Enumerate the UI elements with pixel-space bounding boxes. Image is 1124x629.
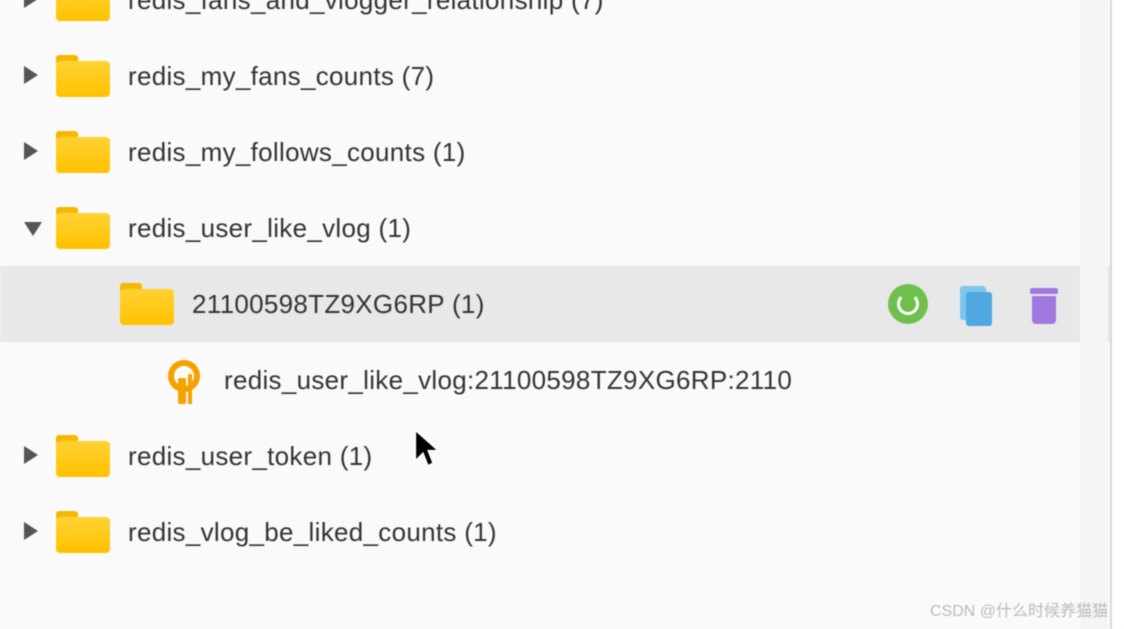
disclosure-expanded-icon[interactable] [24, 218, 44, 238]
tree-item-key[interactable]: redis_user_like_vlog:21100598TZ9XG6RP:21… [0, 342, 1124, 418]
folder-icon [56, 435, 110, 477]
tree-item-label: redis_fans_and_vlogger_relationship (7) [128, 0, 604, 16]
scrollbar-track[interactable] [1080, 0, 1108, 629]
watermark: CSDN @什么时候养猫猫 [930, 597, 1108, 621]
folder-icon [56, 131, 110, 173]
copy-button[interactable] [956, 284, 996, 324]
tree-item-label: redis_my_follows_counts (1) [128, 137, 466, 168]
disclosure-collapsed-icon[interactable] [24, 522, 44, 542]
tree-item[interactable]: redis_my_follows_counts (1) [0, 114, 1124, 190]
tree-container: redis_fans_and_vlogger_relationship (7) … [0, 0, 1124, 629]
tree-item-label: redis_user_like_vlog:21100598TZ9XG6RP:21… [224, 365, 792, 396]
tree-item-label: redis_vlog_be_liked_counts (1) [128, 517, 497, 548]
tree-item[interactable]: redis_my_fans_counts (7) [0, 38, 1124, 114]
key-icon [160, 358, 204, 402]
folder-icon [56, 511, 110, 553]
folder-icon [56, 0, 110, 21]
disclosure-collapsed-icon[interactable] [24, 142, 44, 162]
refresh-button[interactable] [888, 284, 928, 324]
panel-border [1110, 0, 1124, 629]
tree-item[interactable]: redis_fans_and_vlogger_relationship (7) [0, 0, 1124, 38]
disclosure-collapsed-icon[interactable] [24, 446, 44, 466]
tree-item[interactable]: redis_vlog_be_liked_counts (1) [0, 494, 1124, 570]
tree-item[interactable]: redis_user_token (1) [0, 418, 1124, 494]
folder-icon [56, 55, 110, 97]
tree-item-selected[interactable]: 21100598TZ9XG6RP (1) [0, 266, 1124, 342]
disclosure-collapsed-icon[interactable] [24, 66, 44, 86]
item-actions [888, 284, 1064, 324]
tree-item[interactable]: redis_user_like_vlog (1) [0, 190, 1124, 266]
disclosure-collapsed-icon[interactable] [24, 0, 44, 10]
delete-button[interactable] [1024, 284, 1064, 324]
tree-item-label: redis_my_fans_counts (7) [128, 61, 434, 92]
tree-item-label: redis_user_like_vlog (1) [128, 213, 411, 244]
tree-item-label: 21100598TZ9XG6RP (1) [192, 289, 485, 320]
folder-icon [56, 207, 110, 249]
tree-item-label: redis_user_token (1) [128, 441, 372, 472]
folder-icon [120, 283, 174, 325]
